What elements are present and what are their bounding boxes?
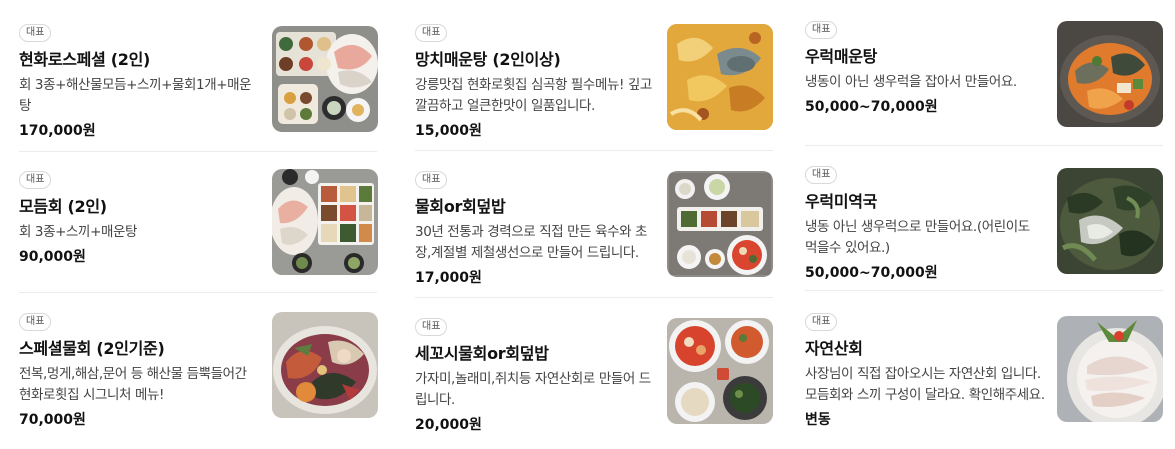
mulhoe-meal-photo[interactable] [667, 171, 773, 277]
wild-sashimi-photo[interactable] [1057, 316, 1163, 422]
special-mulhoe-photo[interactable] [272, 312, 378, 418]
representative-badge: 대표 [805, 166, 838, 184]
menu-item[interactable]: 대표 망치매운탕 (2인이상) 강릉맛집 현화로횟집 심곡항 필수메뉴! 깊고 … [415, 20, 773, 155]
menu-item[interactable]: 대표 모듬회 (2인) 회 3종+스끼+매운탕 90,000원 [19, 167, 378, 302]
menu-description: 사장님이 직접 잡아오시는 자연산회 입니다. 모듬회와 스끼 구성이 달라요.… [805, 366, 1045, 403]
menu-name: 세꼬시물회or회덮밥 [415, 344, 549, 363]
representative-badge: 대표 [415, 318, 448, 336]
sashimi-set-photo[interactable] [272, 169, 378, 275]
menu-item[interactable]: 대표 물회or회덮밥 30년 전통과 경력으로 직접 만든 육수와 초장,계절별… [415, 167, 773, 302]
menu-description: 30년 전통과 경력으로 직접 만든 육수와 초장,계절별 제철생선으로 만들어… [415, 224, 648, 261]
menu-description: 회 3종+해산물모듬+스끼+물회1개+매운탕 [19, 77, 252, 114]
representative-badge: 대표 [805, 21, 838, 39]
menu-price: 15,000원 [415, 123, 482, 139]
menu-price: 90,000원 [19, 249, 86, 265]
menu-list: 대표 현화로스페셜 (2인) 회 3종+해산물모듬+스끼+물회1개+매운탕 17… [0, 0, 1175, 442]
menu-name: 망치매운탕 (2인이상) [415, 50, 561, 69]
representative-badge: 대표 [19, 171, 52, 189]
menu-price: 70,000원 [19, 412, 86, 428]
menu-item[interactable]: 대표 우럭미역국 냉동 아닌 생우럭으로 만들어요.(어린이도 먹을수 있어요.… [805, 162, 1163, 297]
menu-price: 변동 [805, 412, 831, 428]
rockfish-stew-photo[interactable] [1057, 21, 1163, 127]
menu-name: 우럭매운탕 [805, 47, 878, 66]
menu-name: 물회or회덮밥 [415, 197, 506, 216]
menu-name: 스페셜물회 (2인기준) [19, 339, 165, 358]
menu-price: 50,000~70,000원 [805, 99, 938, 115]
menu-item[interactable]: 대표 우럭매운탕 냉동이 아닌 생우럭을 잡아서 만들어요. 50,000~70… [805, 17, 1163, 152]
divider [415, 150, 773, 151]
divider [415, 297, 773, 298]
menu-description: 냉동이 아닌 생우럭을 잡아서 만들어요. [805, 74, 1017, 90]
representative-badge: 대표 [19, 24, 52, 42]
sekkoshi-mulhoe-photo[interactable] [667, 318, 773, 424]
menu-name: 우럭미역국 [805, 192, 878, 211]
sashimi-platter-photo[interactable] [272, 26, 378, 132]
divider [805, 145, 1163, 146]
menu-name: 자연산회 [805, 339, 863, 358]
menu-item[interactable]: 대표 세꼬시물회or회덮밥 가자미,놀래미,쥐치등 자연산회로 만들어 드립니다… [415, 314, 773, 449]
menu-name: 현화로스페셜 (2인) [19, 50, 151, 69]
menu-price: 20,000원 [415, 417, 482, 433]
spicy-fish-stew-photo[interactable] [667, 24, 773, 130]
representative-badge: 대표 [415, 171, 448, 189]
menu-item[interactable]: 대표 스페셜물회 (2인기준) 전복,멍게,해삼,문어 등 해산물 듬뿍들어간 … [19, 309, 378, 444]
menu-name: 모듬회 (2인) [19, 197, 107, 216]
representative-badge: 대표 [19, 313, 52, 331]
menu-item[interactable]: 대표 자연산회 사장님이 직접 잡아오시는 자연산회 입니다. 모듬회와 스끼 … [805, 309, 1163, 444]
rockfish-seaweed-soup-photo[interactable] [1057, 168, 1163, 274]
menu-description: 강릉맛집 현화로횟집 심곡항 필수메뉴! 깊고 깔끔하고 얼큰한맛이 일품입니다… [415, 77, 652, 114]
menu-description: 냉동 아닌 생우럭으로 만들어요.(어린이도 먹을수 있어요.) [805, 219, 1030, 256]
menu-description: 회 3종+스끼+매운탕 [19, 224, 138, 240]
menu-item[interactable]: 대표 현화로스페셜 (2인) 회 3종+해산물모듬+스끼+물회1개+매운탕 17… [19, 20, 378, 155]
menu-price: 170,000원 [19, 123, 96, 139]
divider [805, 290, 1163, 291]
divider [19, 292, 377, 293]
menu-description: 전복,멍게,해삼,문어 등 해산물 듬뿍들어간 현화로횟집 시그니처 메뉴! [19, 366, 247, 403]
menu-price: 50,000~70,000원 [805, 265, 938, 281]
representative-badge: 대표 [805, 313, 838, 331]
menu-description: 가자미,놀래미,쥐치등 자연산회로 만들어 드립니다. [415, 371, 651, 408]
menu-price: 17,000원 [415, 270, 482, 286]
representative-badge: 대표 [415, 24, 448, 42]
divider [19, 151, 377, 152]
